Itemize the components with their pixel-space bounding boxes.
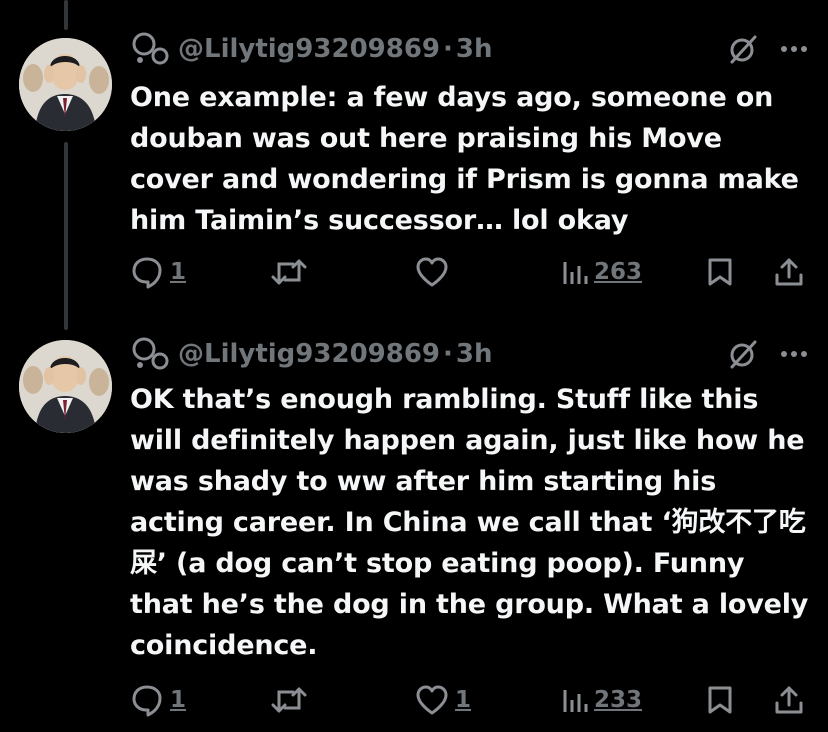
thread-container: @Lilytig93209869 · 3h One example: a few…	[0, 0, 828, 732]
analytics-bars-icon	[563, 262, 588, 284]
avatar[interactable]	[19, 38, 112, 131]
views-button[interactable]: 263	[562, 252, 642, 292]
author-handle[interactable]: @Lilytig93209869	[178, 339, 440, 369]
views-count: 263	[594, 259, 643, 285]
retweet-arrows-icon	[271, 259, 307, 285]
separator-dot: ·	[443, 34, 453, 64]
retweet-button[interactable]	[271, 252, 313, 292]
tweet[interactable]: @Lilytig93209869 · 3h OK that’s enough r…	[0, 330, 828, 732]
reply-button[interactable]: 1	[130, 252, 186, 292]
more-dots-icon[interactable]	[780, 44, 808, 54]
heart-icon	[416, 257, 448, 287]
bookmark-button[interactable]	[707, 680, 733, 720]
bookmark-button[interactable]	[707, 252, 733, 292]
bookmark-icon	[708, 258, 732, 286]
share-button[interactable]	[774, 680, 804, 720]
retweet-button[interactable]	[271, 680, 313, 720]
like-button[interactable]: 1	[415, 680, 471, 720]
grok-slash-icon[interactable]	[728, 34, 758, 64]
reply-button[interactable]: 1	[130, 680, 186, 720]
like-button[interactable]	[415, 252, 455, 292]
avatar-image	[19, 340, 112, 433]
tweet-header: @Lilytig93209869 · 3h	[130, 29, 808, 69]
more-dots-icon[interactable]	[780, 349, 808, 359]
reply-bubble-icon	[132, 257, 162, 289]
header-actions	[728, 34, 808, 64]
action-bar: 1 1 233	[130, 680, 810, 720]
action-bar: 1 263	[130, 252, 810, 292]
timestamp[interactable]: 3h	[456, 34, 493, 64]
separator-dot: ·	[443, 339, 453, 369]
share-button[interactable]	[774, 252, 804, 292]
views-count: 233	[594, 687, 643, 713]
reply-bubble-icon	[132, 685, 162, 717]
bookmark-icon	[708, 686, 732, 714]
tweet-text: OK that’s enough rambling. Stuff like th…	[130, 384, 809, 661]
reply-count: 1	[170, 259, 187, 285]
tweet-header: @Lilytig93209869 · 3h	[130, 334, 808, 374]
bubbles-icon	[132, 337, 169, 370]
share-upload-icon	[775, 258, 803, 286]
analytics-bars-icon	[563, 690, 588, 712]
avatar-image	[19, 38, 112, 131]
timestamp[interactable]: 3h	[456, 339, 493, 369]
tweet[interactable]: @Lilytig93209869 · 3h One example: a few…	[0, 0, 828, 320]
avatar[interactable]	[19, 340, 112, 433]
heart-icon	[416, 685, 448, 715]
retweet-arrows-icon	[271, 687, 307, 713]
author-handle[interactable]: @Lilytig93209869	[178, 34, 440, 64]
like-count: 1	[455, 687, 472, 713]
reply-count: 1	[170, 687, 187, 713]
bubbles-icon	[132, 32, 169, 65]
header-actions	[728, 339, 808, 369]
tweet-text: One example: a few days ago, someone on …	[130, 82, 799, 236]
grok-slash-icon[interactable]	[728, 339, 758, 369]
share-upload-icon	[775, 686, 803, 714]
views-button[interactable]: 233	[562, 680, 642, 720]
